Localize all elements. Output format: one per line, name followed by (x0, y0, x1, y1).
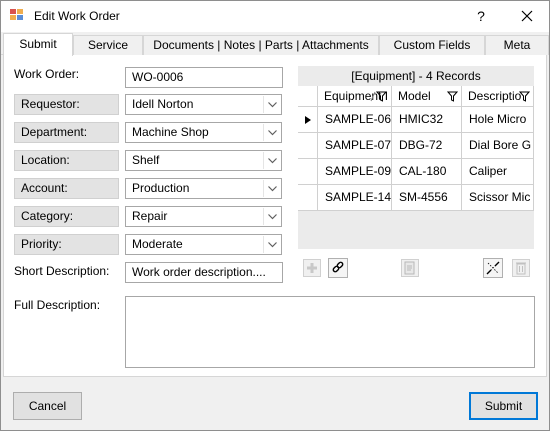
chevron-down-icon[interactable] (263, 152, 280, 169)
chevron-down-icon[interactable] (263, 236, 280, 253)
link-icon (328, 258, 348, 278)
tab-service[interactable]: Service (73, 35, 143, 55)
requestor-value: Idell Norton (132, 97, 194, 111)
location-value: Shelf (132, 153, 160, 167)
chevron-down-icon[interactable] (263, 180, 280, 197)
delete-icon (512, 259, 530, 277)
app-icon (10, 9, 26, 23)
table-cell[interactable]: CAL-180 (392, 159, 462, 185)
equipment-grid: [Equipment] - 4 Records Equipment I Mode… (298, 66, 534, 249)
requestor-combo[interactable]: Idell Norton (125, 94, 282, 115)
table-cell[interactable]: Dial Bore G (462, 133, 534, 159)
category-value: Repair (132, 209, 168, 223)
cancel-button[interactable]: Cancel (13, 392, 82, 420)
edit-equipment-button[interactable] (400, 258, 420, 278)
edit-document-icon (401, 259, 419, 277)
row-header[interactable] (298, 133, 318, 159)
tab-submit[interactable]: Submit (3, 33, 73, 56)
tab-custom-fields[interactable]: Custom Fields (379, 35, 485, 55)
column-header-model[interactable]: Model (392, 86, 462, 107)
work-order-label: Work Order: (14, 67, 80, 81)
short-description-label: Short Description: (14, 264, 110, 278)
table-cell[interactable]: Caliper (462, 159, 534, 185)
table-cell[interactable]: Scissor Mic (462, 185, 534, 211)
add-icon (303, 259, 321, 277)
close-icon (521, 10, 533, 22)
category-combo[interactable]: Repair (125, 206, 282, 227)
column-header-description[interactable]: Descriptio (462, 86, 534, 107)
priority-value: Moderate (132, 237, 183, 251)
edit-work-order-window: Edit Work Order ? Submit Service Documen… (0, 0, 550, 431)
table-cell[interactable]: Hole Micro (462, 107, 534, 133)
equipment-grid-caption: [Equipment] - 4 Records (351, 69, 481, 83)
account-value: Production (132, 181, 190, 195)
filter-icon[interactable] (447, 91, 458, 102)
table-cell[interactable]: SAMPLE-07 (318, 133, 392, 159)
delete-equipment-button[interactable] (511, 258, 531, 278)
link-equipment-button[interactable] (328, 258, 348, 278)
department-combo[interactable]: Machine Shop (125, 122, 282, 143)
window-title: Edit Work Order (34, 9, 120, 23)
department-label[interactable]: Department: (14, 122, 119, 143)
grid-corner-header (298, 86, 318, 107)
filter-icon[interactable] (519, 91, 530, 102)
chevron-down-icon[interactable] (263, 124, 280, 141)
chevron-down-icon[interactable] (263, 208, 280, 225)
row-header[interactable] (298, 107, 318, 133)
table-cell[interactable]: SAMPLE-14 (318, 185, 392, 211)
tab-documents[interactable]: Documents | Notes | Parts | Attachments (143, 35, 379, 55)
filter-icon[interactable] (370, 91, 388, 102)
unlink-icon (483, 258, 503, 278)
tab-meta[interactable]: Meta (485, 35, 549, 55)
table-cell[interactable]: SAMPLE-09 (318, 159, 392, 185)
full-description-field[interactable] (125, 296, 535, 368)
work-order-field[interactable]: WO-0006 (125, 67, 283, 88)
tab-strip: Submit Service Documents | Notes | Parts… (1, 33, 549, 56)
table-cell[interactable]: SAMPLE-06 (318, 107, 392, 133)
priority-combo[interactable]: Moderate (125, 234, 282, 255)
title-bar: Edit Work Order ? (1, 1, 549, 32)
table-cell[interactable]: DBG-72 (392, 133, 462, 159)
current-row-arrow-icon (305, 116, 311, 124)
location-label[interactable]: Location: (14, 150, 119, 171)
close-button[interactable] (513, 3, 541, 29)
add-equipment-button[interactable] (302, 258, 322, 278)
table-cell[interactable]: SM-4556 (392, 185, 462, 211)
department-value: Machine Shop (132, 125, 209, 139)
submit-button[interactable]: Submit (469, 392, 538, 420)
account-label[interactable]: Account: (14, 178, 119, 199)
full-description-label: Full Description: (14, 298, 101, 312)
account-combo[interactable]: Production (125, 178, 282, 199)
requestor-label[interactable]: Requestor: (14, 94, 119, 115)
location-combo[interactable]: Shelf (125, 150, 282, 171)
priority-label[interactable]: Priority: (14, 234, 119, 255)
row-header[interactable] (298, 159, 318, 185)
column-header-equipment[interactable]: Equipment I (318, 86, 392, 107)
table-cell[interactable]: HMIC32 (392, 107, 462, 133)
short-description-field[interactable]: Work order description.... (125, 262, 283, 283)
row-header[interactable] (298, 185, 318, 211)
category-label[interactable]: Category: (14, 206, 119, 227)
chevron-down-icon[interactable] (263, 96, 280, 113)
help-button[interactable]: ? (467, 3, 495, 29)
unlink-equipment-button[interactable] (483, 258, 503, 278)
